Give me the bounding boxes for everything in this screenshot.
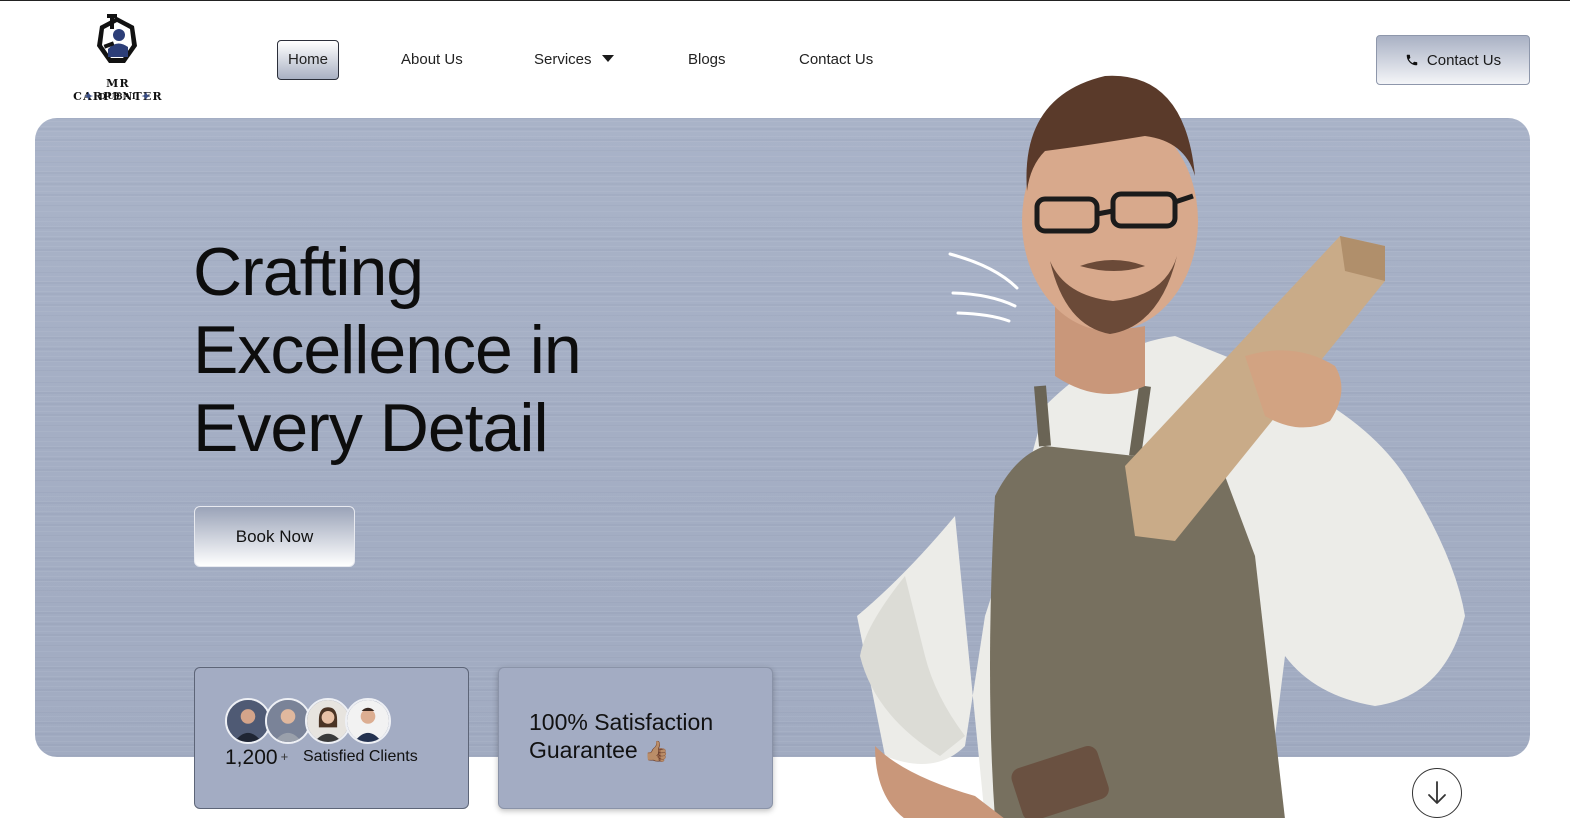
book-now-button[interactable]: Book Now bbox=[194, 506, 355, 567]
carpenter-image bbox=[857, 75, 1465, 818]
guarantee-line-1: 100% Satisfaction bbox=[529, 709, 714, 735]
nav-blogs-label: Blogs bbox=[688, 51, 726, 68]
caret-down-icon bbox=[601, 55, 614, 62]
nav-about-us[interactable]: About Us bbox=[401, 40, 463, 80]
guarantee-text: 100% Satisfaction Guarantee 👍🏽 bbox=[529, 708, 759, 766]
motion-lines-icon bbox=[948, 252, 1019, 323]
nav-home-label: Home bbox=[288, 51, 329, 68]
headline-line-3: Every Detail bbox=[193, 390, 549, 466]
guarantee-card: 100% Satisfaction Guarantee 👍🏽 bbox=[498, 667, 773, 809]
nav-services-label: Services bbox=[534, 51, 592, 68]
headline-line-1: Crafting bbox=[193, 234, 424, 310]
thumbs-up-icon: 👍🏽 bbox=[644, 741, 669, 763]
headline-line-2: Excellence in bbox=[193, 312, 582, 388]
client-count-plus: + bbox=[280, 749, 289, 764]
clients-card: 1,200 + Satisfied Clients bbox=[194, 667, 469, 809]
guarantee-line-2: Guarantee bbox=[529, 737, 638, 763]
client-label: Satisfied Clients bbox=[303, 748, 418, 765]
arrow-down-icon bbox=[1428, 781, 1446, 804]
client-count-value: 1,200 bbox=[225, 746, 278, 769]
client-count: 1,200 + bbox=[225, 746, 288, 770]
book-now-label: Book Now bbox=[235, 526, 314, 546]
nav-about-us-label: About Us bbox=[401, 51, 463, 68]
sparkle-icon: ✦ bbox=[141, 90, 153, 103]
avatar bbox=[345, 698, 391, 744]
brand-location: ✦ DUBAI ✦ bbox=[83, 90, 153, 103]
nav-blogs[interactable]: Blogs bbox=[688, 40, 726, 80]
scroll-down-button[interactable] bbox=[1412, 768, 1462, 818]
carpenter-logo-icon bbox=[97, 14, 137, 63]
sparkle-icon: ✦ bbox=[83, 90, 95, 103]
nav-home[interactable]: Home bbox=[277, 40, 340, 80]
brand-logo[interactable]: MR CARPENTER ✦ DUBAI ✦ bbox=[60, 13, 176, 105]
hero-headline: Crafting Excellence in Every Detail bbox=[193, 233, 753, 467]
nav-services[interactable]: Services bbox=[534, 40, 614, 80]
